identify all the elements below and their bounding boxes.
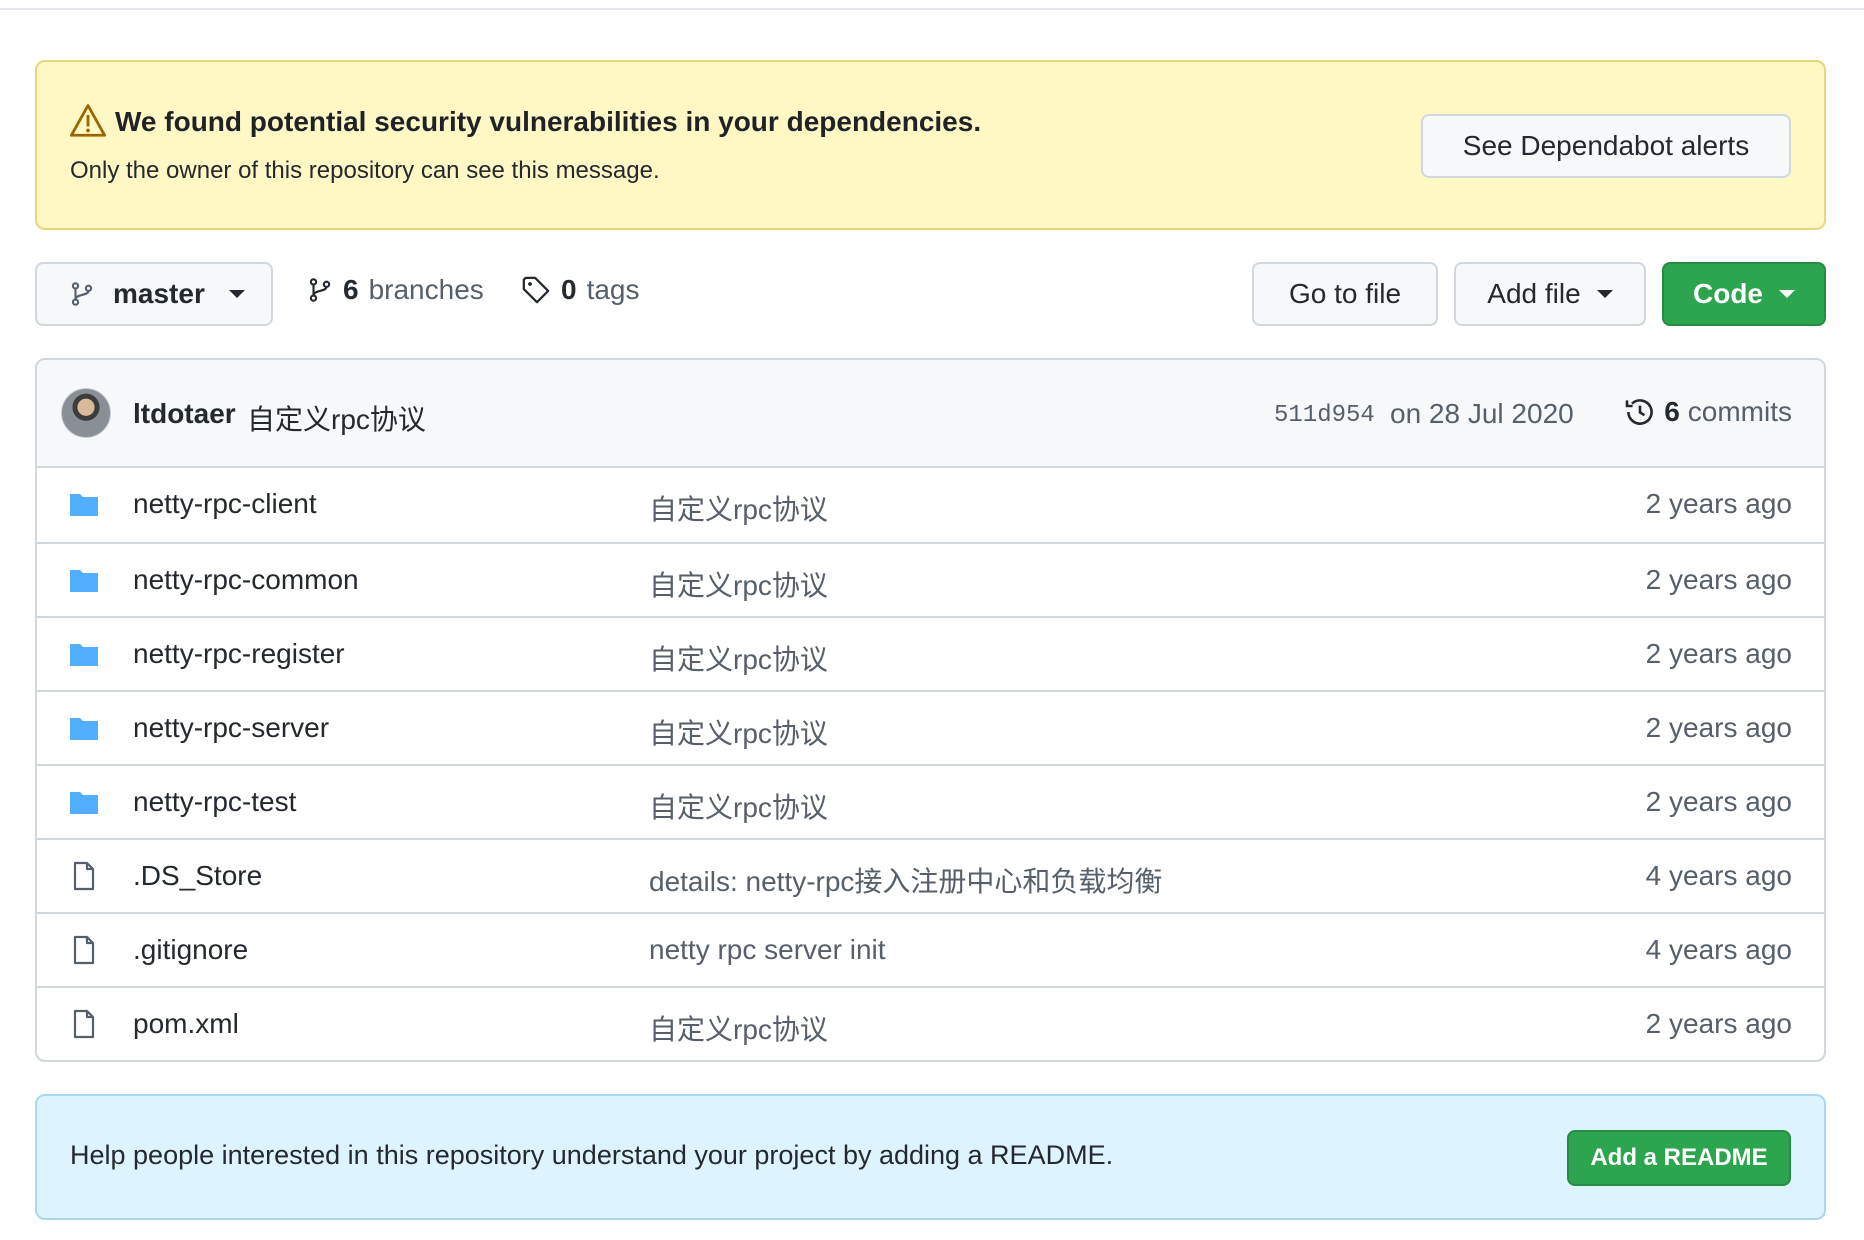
- file-commit-age: 2 years ago: [1645, 638, 1792, 669]
- file-commit-age: 4 years ago: [1645, 934, 1792, 965]
- see-dependabot-alerts-button[interactable]: See Dependabot alerts: [1421, 114, 1791, 178]
- add-file-label: Add file: [1487, 278, 1581, 309]
- file-commit-message-link[interactable]: 自定义rpc协议: [649, 488, 828, 528]
- tags-link[interactable]: 0 tags: [521, 274, 640, 306]
- avatar[interactable]: [61, 388, 111, 438]
- security-alert-banner: We found potential security vulnerabilit…: [35, 60, 1826, 230]
- file-commit-age: 4 years ago: [1645, 860, 1792, 891]
- latest-commit-row: ltdotaer 自定义rpc协议 511d954 on 28 Jul 2020…: [37, 360, 1824, 468]
- file-name-link[interactable]: netty-rpc-register: [133, 638, 345, 670]
- table-row[interactable]: .DS_Store details: netty-rpc接入注册中心和负载均衡 4 …: [37, 838, 1824, 912]
- branch-select-button[interactable]: master: [35, 262, 273, 326]
- alert-subtitle: Only the owner of this repository can se…: [70, 157, 660, 184]
- file-name-link[interactable]: netty-rpc-server: [133, 712, 329, 744]
- file-commit-message-link[interactable]: details: netty-rpc接入注册中心和负载均衡: [649, 860, 1162, 900]
- file-list: ltdotaer 自定义rpc协议 511d954 on 28 Jul 2020…: [35, 358, 1826, 1062]
- chevron-down-icon: [228, 290, 245, 298]
- tags-count: 0: [561, 274, 577, 305]
- table-row[interactable]: netty-rpc-client 自定义rpc协议 2 years ago: [37, 468, 1824, 542]
- repo-toolbar: master 6 branches 0 tags Go to file Add …: [35, 262, 1826, 328]
- branches-count: 6: [343, 274, 359, 305]
- commits-link[interactable]: 6 commits: [1624, 396, 1792, 428]
- table-row[interactable]: netty-rpc-test 自定义rpc协议 2 years ago: [37, 764, 1824, 838]
- commit-sha[interactable]: 511d954: [1274, 402, 1375, 429]
- alert-title: We found potential security vulnerabilit…: [115, 106, 982, 137]
- file-commit-message-link[interactable]: 自定义rpc协议: [649, 564, 828, 604]
- file-commit-age: 2 years ago: [1645, 712, 1792, 743]
- readme-prompt-text: Help people interested in this repositor…: [70, 1140, 1114, 1170]
- history-icon: [1625, 399, 1654, 425]
- file-name-link[interactable]: pom.xml: [133, 1008, 239, 1040]
- file-name-link[interactable]: netty-rpc-client: [133, 488, 317, 520]
- file-commit-message-link[interactable]: 自定义rpc协议: [649, 1008, 828, 1048]
- file-name-link[interactable]: netty-rpc-test: [133, 786, 296, 818]
- add-file-button[interactable]: Add file: [1454, 262, 1646, 326]
- folder-icon: [67, 786, 101, 818]
- chevron-down-icon: [1779, 290, 1795, 298]
- file-icon: [67, 934, 101, 966]
- file-icon: [67, 860, 101, 892]
- folder-icon: [67, 564, 101, 596]
- code-label: Code: [1693, 278, 1763, 309]
- file-name-link[interactable]: netty-rpc-common: [133, 564, 359, 596]
- tags-label: tags: [586, 274, 640, 305]
- file-commit-message-link[interactable]: 自定义rpc协议: [649, 786, 828, 826]
- table-row[interactable]: .gitignore netty rpc server init 4 years a…: [37, 912, 1824, 986]
- go-to-file-button[interactable]: Go to file: [1252, 262, 1438, 326]
- branches-label: branches: [368, 274, 484, 305]
- commits-count: 6: [1664, 396, 1680, 427]
- branch-name: master: [113, 278, 205, 309]
- code-button[interactable]: Code: [1662, 262, 1826, 326]
- file-name-link[interactable]: .DS_Store: [133, 860, 262, 892]
- commits-label: commits: [1687, 396, 1792, 427]
- commit-author[interactable]: ltdotaer: [133, 398, 236, 430]
- file-commit-message-link[interactable]: 自定义rpc协议: [649, 712, 828, 752]
- file-commit-age: 2 years ago: [1645, 1008, 1792, 1039]
- table-row[interactable]: netty-rpc-common 自定义rpc协议 2 years ago: [37, 542, 1824, 616]
- add-readme-button[interactable]: Add a README: [1567, 1130, 1791, 1186]
- table-row[interactable]: netty-rpc-server 自定义rpc协议 2 years ago: [37, 690, 1824, 764]
- file-commit-age: 2 years ago: [1645, 488, 1792, 519]
- folder-icon: [67, 638, 101, 670]
- file-commit-age: 2 years ago: [1645, 564, 1792, 595]
- branches-link[interactable]: 6 branches: [307, 274, 484, 306]
- folder-icon: [67, 712, 101, 744]
- commit-date: on 28 Jul 2020: [1390, 398, 1574, 429]
- file-commit-message-link[interactable]: 自定义rpc协议: [649, 638, 828, 678]
- folder-icon: [67, 488, 101, 520]
- chevron-down-icon: [1596, 290, 1613, 298]
- table-row[interactable]: pom.xml 自定义rpc协议 2 years ago: [37, 986, 1824, 1060]
- file-commit-age: 2 years ago: [1645, 786, 1792, 817]
- readme-banner: Help people interested in this repositor…: [35, 1094, 1826, 1220]
- commit-message[interactable]: 自定义rpc协议: [247, 398, 426, 438]
- file-commit-message-link[interactable]: netty rpc server init: [649, 934, 886, 966]
- alert-icon: [69, 104, 107, 137]
- top-header-bar: [0, 0, 1864, 10]
- git-branch-icon: [71, 282, 93, 306]
- git-branch-icon: [309, 278, 331, 302]
- file-icon: [67, 1008, 101, 1040]
- file-name-link[interactable]: .gitignore: [133, 934, 248, 966]
- table-row[interactable]: netty-rpc-register 自定义rpc协议 2 years ago: [37, 616, 1824, 690]
- tag-icon: [522, 276, 550, 304]
